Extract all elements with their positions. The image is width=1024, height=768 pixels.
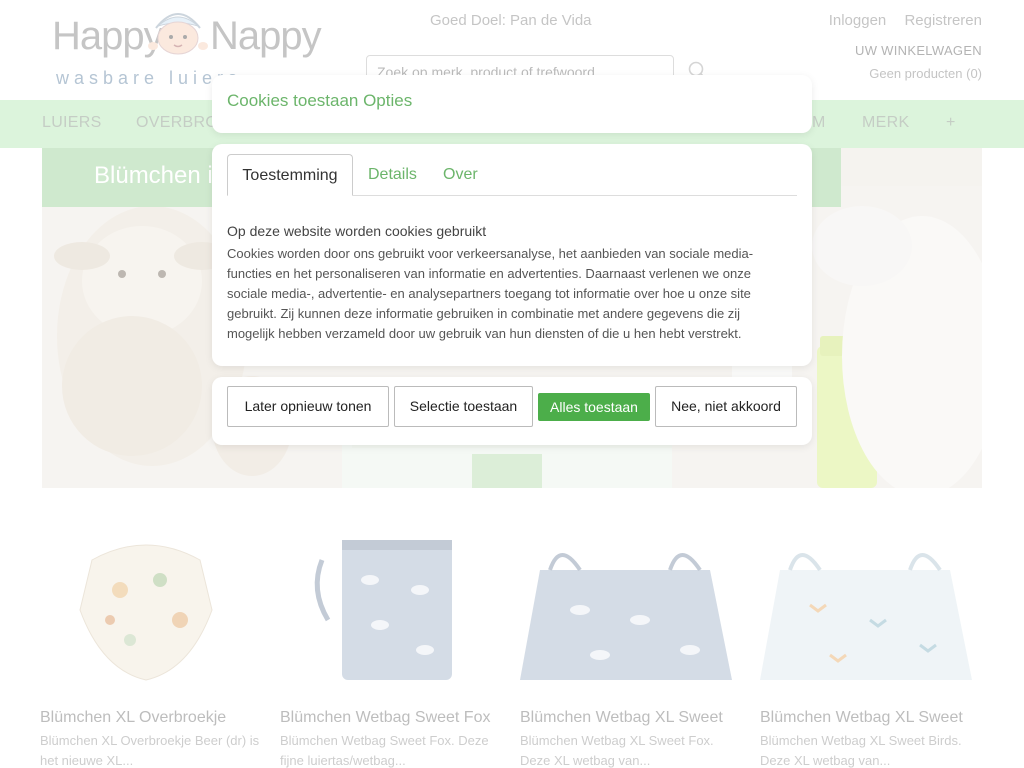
tab-over[interactable]: Over xyxy=(443,154,478,196)
cookie-tabs: Toestemming Details Over xyxy=(227,154,797,196)
allow-selection-button[interactable]: Selectie toestaan xyxy=(394,386,533,427)
cookie-dialog-header: Cookies toestaan Opties xyxy=(212,75,812,133)
allow-all-button[interactable]: Alles toestaan xyxy=(538,393,650,421)
cookie-dialog-body: Toestemming Details Over Op deze website… xyxy=(212,144,812,366)
later-button[interactable]: Later opnieuw tonen xyxy=(227,386,389,427)
cookie-dialog-actions: Later opnieuw tonen Selectie toestaan Al… xyxy=(212,377,812,445)
cookie-description: Cookies worden door ons gebruikt voor ve… xyxy=(227,246,754,341)
cookie-heading: Op deze website worden cookies gebruikt xyxy=(227,223,487,239)
tab-toestemming[interactable]: Toestemming xyxy=(227,154,353,196)
cookie-dialog-title: Cookies toestaan Opties xyxy=(227,91,413,110)
deny-button[interactable]: Nee, niet akkoord xyxy=(655,386,797,427)
tab-details[interactable]: Details xyxy=(368,154,417,196)
